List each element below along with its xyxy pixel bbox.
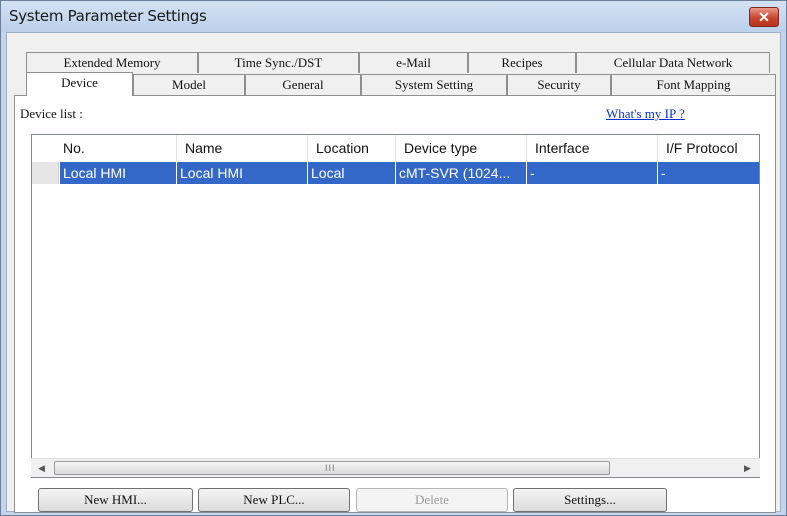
horizontal-scrollbar[interactable]: ◀ III ▶ (31, 458, 760, 477)
column-header-device-type[interactable]: Device type (396, 135, 527, 161)
cell-no: Local HMI (60, 162, 177, 184)
row-header-corner (32, 135, 60, 161)
column-header-interface[interactable]: Interface (527, 135, 658, 161)
close-button[interactable]: ✕ (749, 7, 779, 27)
settings-button[interactable]: Settings... (513, 488, 667, 512)
column-header-name[interactable]: Name (177, 135, 308, 161)
cell-interface: - (527, 162, 658, 184)
tab-recipes[interactable]: Recipes (468, 52, 576, 73)
tab-security[interactable]: Security (507, 74, 611, 95)
cell-location: Local (308, 162, 396, 184)
tab-model[interactable]: Model (133, 74, 245, 95)
cell-name: Local HMI (177, 162, 308, 184)
tab-device[interactable]: Device (26, 72, 133, 96)
close-icon: ✕ (758, 9, 770, 25)
tab-cellular-data-network[interactable]: Cellular Data Network (576, 52, 770, 73)
row-selector[interactable] (32, 162, 59, 184)
scroll-left-arrow-icon[interactable]: ◀ (33, 459, 50, 477)
scroll-grip-icon: III (325, 463, 336, 473)
tab-system-setting[interactable]: System Setting (361, 74, 507, 95)
device-list-table[interactable]: No. Name Location Device type Interface … (31, 134, 760, 478)
new-plc-button[interactable]: New PLC... (198, 488, 350, 512)
column-header-location[interactable]: Location (308, 135, 396, 161)
whats-my-ip-link[interactable]: What's my IP ? (606, 106, 685, 122)
cell-device-type: cMT-SVR (1024... (396, 162, 527, 184)
window-title: System Parameter Settings (9, 7, 207, 25)
device-list-label: Device list : (20, 106, 83, 121)
scroll-thumb[interactable]: III (54, 461, 610, 475)
title-bar[interactable]: System Parameter Settings ✕ (1, 1, 786, 31)
tab-email[interactable]: e-Mail (359, 52, 468, 73)
scroll-right-arrow-icon[interactable]: ▶ (739, 459, 756, 477)
tab-time-sync-dst[interactable]: Time Sync./DST (198, 52, 359, 73)
new-hmi-button[interactable]: New HMI... (38, 488, 193, 512)
cell-if-protocol: - (658, 162, 759, 184)
tab-general[interactable]: General (245, 74, 361, 95)
column-header-no[interactable]: No. (60, 135, 177, 161)
table-row[interactable]: Local HMI Local HMI Local cMT-SVR (1024.… (32, 162, 759, 184)
tab-extended-memory[interactable]: Extended Memory (26, 52, 198, 73)
column-header-if-protocol[interactable]: I/F Protocol (658, 135, 759, 161)
delete-button[interactable]: Delete (356, 488, 508, 512)
tab-font-mapping[interactable]: Font Mapping (611, 74, 776, 95)
